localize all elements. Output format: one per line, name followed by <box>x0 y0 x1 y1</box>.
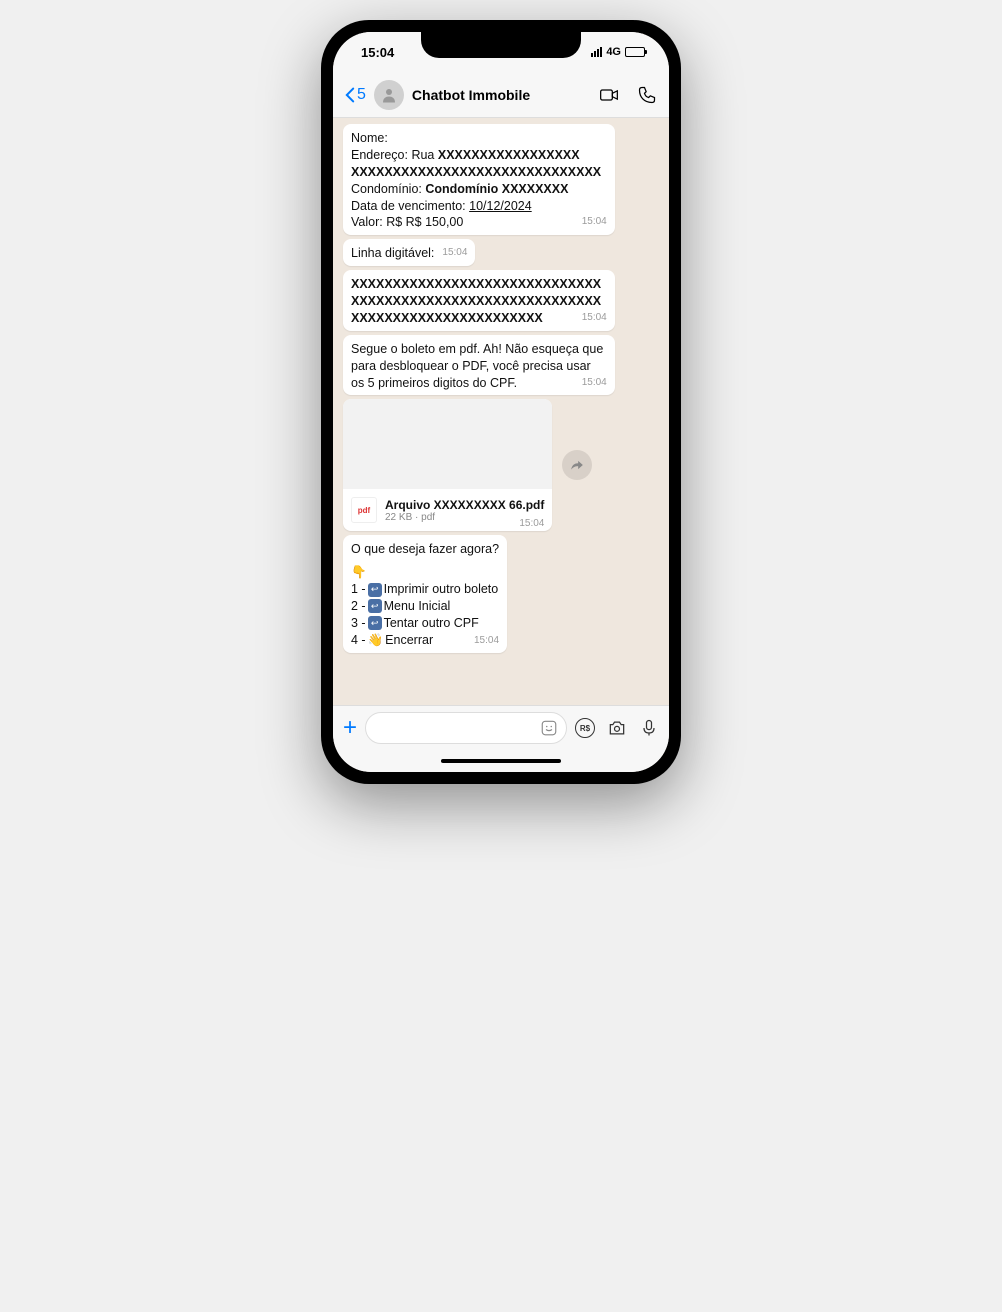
message-time: 15:04 <box>519 518 544 529</box>
message-menu: O que deseja fazer agora? 👇 1 - ↩Imprimi… <box>343 535 507 652</box>
forward-button[interactable] <box>562 450 592 480</box>
menu-option-3: 3 - ↩Tentar outro CPF <box>351 615 499 632</box>
pdf-icon: pdf <box>351 497 377 523</box>
message-linha-value: XXXXXXXXXXXXXXXXXXXXXXXXXXXXXX XXXXXXXXX… <box>343 270 615 331</box>
back-count: 5 <box>357 86 366 104</box>
battery-icon <box>625 47 645 57</box>
back-button[interactable]: 5 <box>345 86 366 104</box>
file-name: Arquivo XXXXXXXXX 66.pdf <box>385 498 544 512</box>
payment-button[interactable]: R$ <box>575 718 595 738</box>
status-right: 4G <box>591 46 645 58</box>
data-venc-line: Data de vencimento: 10/12/2024 <box>351 198 607 215</box>
message-time: 15:04 <box>474 634 499 648</box>
chat-header: 5 Chatbot Immobile <box>333 72 669 118</box>
menu-option-1: 1 - ↩Imprimir outro boleto <box>351 581 499 598</box>
message-time: 15:04 <box>582 376 607 390</box>
back-arrow-icon: ↩ <box>368 599 382 613</box>
back-arrow-icon: ↩ <box>368 583 382 597</box>
nome-line: Nome: <box>351 130 607 147</box>
message-linha-label: Linha digitável: 15:04 <box>343 239 475 266</box>
menu-prompt: O que deseja fazer agora? <box>351 541 499 558</box>
notch <box>421 32 581 58</box>
attach-button[interactable]: + <box>343 714 357 742</box>
message-time: 15:04 <box>582 215 607 229</box>
input-bar: + R$ <box>333 705 669 750</box>
message-time: 15:04 <box>442 246 467 260</box>
message-attachment[interactable]: pdf Arquivo XXXXXXXXX 66.pdf 22 KB · pdf… <box>343 399 552 531</box>
microphone-icon[interactable] <box>639 718 659 738</box>
message-time: 15:04 <box>582 311 607 325</box>
valor-line: Valor: R$ R$ 150,00 15:04 <box>351 214 607 231</box>
forward-icon <box>570 458 584 472</box>
chat-title[interactable]: Chatbot Immobile <box>412 87 591 103</box>
chevron-left-icon <box>345 87 355 103</box>
chat-body[interactable]: Nome: Endereço: Rua XXXXXXXXXXXXXXXXX XX… <box>333 118 669 705</box>
screen: 15:04 4G 5 Chatbot Immobile <box>333 32 669 772</box>
video-call-icon[interactable] <box>599 85 619 105</box>
home-indicator[interactable] <box>333 750 669 772</box>
sticker-icon[interactable] <box>540 719 558 737</box>
attachment-preview <box>343 399 552 489</box>
condominio-line: Condomínio: Condomínio XXXXXXXX <box>351 181 607 198</box>
menu-option-4: 4 - 👋Encerrar 15:04 <box>351 632 499 649</box>
pointer-emoji: 👇 <box>351 564 499 581</box>
network-label: 4G <box>606 46 621 58</box>
back-arrow-icon: ↩ <box>368 616 382 630</box>
avatar[interactable] <box>374 80 404 110</box>
wave-emoji: 👋 <box>368 632 384 649</box>
endereco-line: Endereço: Rua XXXXXXXXXXXXXXXXX XXXXXXXX… <box>351 147 607 181</box>
message-input[interactable] <box>365 712 567 744</box>
camera-icon[interactable] <box>607 718 627 738</box>
person-icon <box>380 86 398 104</box>
message-instruction: Segue o boleto em pdf. Ah! Não esqueça q… <box>343 335 615 396</box>
menu-option-2: 2 - ↩Menu Inicial <box>351 598 499 615</box>
status-time: 15:04 <box>361 45 394 60</box>
message-details: Nome: Endereço: Rua XXXXXXXXXXXXXXXXX XX… <box>343 124 615 235</box>
signal-bars-icon <box>591 47 602 57</box>
phone-call-icon[interactable] <box>637 85 657 105</box>
phone-frame: 15:04 4G 5 Chatbot Immobile <box>321 20 681 784</box>
